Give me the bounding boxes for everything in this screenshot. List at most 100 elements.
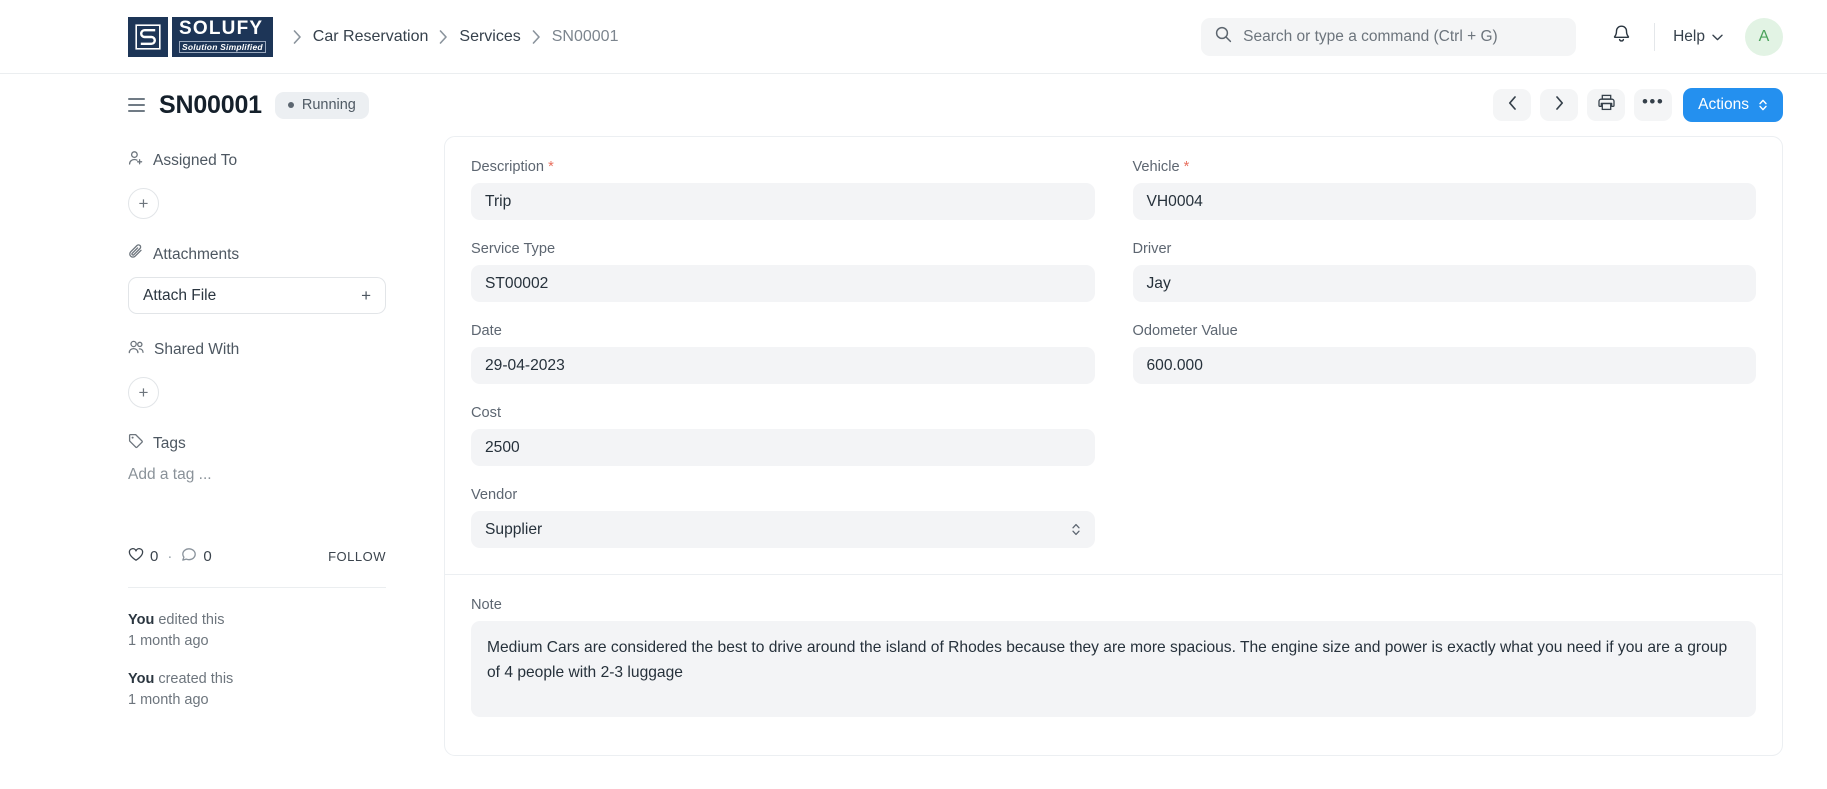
- sidebar-section-assigned-to: Assigned To +: [128, 150, 386, 219]
- field-odometer-value: Odometer Value 600.000: [1132, 323, 1756, 384]
- add-tag-input[interactable]: Add a tag ...: [128, 466, 386, 484]
- chevron-down-icon: [1712, 28, 1723, 46]
- search-placeholder: Search or type a command (Ctrl + G): [1243, 27, 1498, 45]
- field-vendor: Vendor Supplier: [471, 487, 1095, 548]
- add-shared-user-button[interactable]: +: [128, 377, 159, 408]
- tag-icon: [128, 433, 144, 454]
- user-plus-icon: [128, 150, 144, 171]
- avatar[interactable]: A: [1745, 17, 1783, 56]
- vehicle-input[interactable]: VH0004: [1132, 183, 1756, 220]
- activity-entry: You created this 1 month ago: [128, 669, 386, 710]
- note-section: Note Medium Cars are considered the best…: [471, 575, 1756, 717]
- note-textarea[interactable]: Medium Cars are considered the best to d…: [471, 621, 1756, 717]
- vendor-value: Supplier: [485, 520, 543, 538]
- service-type-input[interactable]: ST00002: [471, 265, 1095, 302]
- previous-record-button[interactable]: [1493, 89, 1532, 121]
- logo-tagline: Solution Simplified: [179, 40, 266, 54]
- solufy-logo-icon: [128, 16, 168, 57]
- required-marker: *: [548, 159, 554, 175]
- logo-wordmark: SOLUFY Solution Simplified: [172, 16, 273, 57]
- cost-input[interactable]: 2500: [471, 429, 1095, 466]
- comment-button[interactable]: 0: [181, 547, 212, 566]
- field-driver: Driver Jay: [1132, 241, 1756, 302]
- page-title-row: SN00001 Running ••• Actions: [0, 74, 1827, 136]
- sidebar-section-tags: Tags Add a tag ...: [128, 433, 386, 484]
- next-record-button[interactable]: [1540, 89, 1579, 121]
- activity-time: 1 month ago: [128, 691, 209, 708]
- field-date: Date 29-04-2023: [471, 323, 1095, 384]
- attachments-header: Attachments: [128, 244, 386, 265]
- activity-time: 1 month ago: [128, 632, 209, 649]
- page-actions-group: ••• Actions: [1493, 88, 1783, 122]
- assigned-to-label: Assigned To: [153, 151, 238, 169]
- breadcrumb-item-services[interactable]: Services: [459, 28, 520, 46]
- actions-button[interactable]: Actions: [1683, 88, 1783, 122]
- activity-entry: You edited this 1 month ago: [128, 610, 386, 651]
- field-label: Odometer Value: [1132, 323, 1238, 339]
- like-button[interactable]: 0: [128, 547, 158, 566]
- follow-button[interactable]: FOLLOW: [328, 549, 386, 564]
- field-vehicle: Vehicle * VH0004: [1132, 159, 1756, 220]
- vendor-select[interactable]: Supplier: [471, 511, 1095, 548]
- assigned-to-header: Assigned To: [128, 150, 386, 171]
- sidebar-toggle-icon[interactable]: [128, 98, 145, 112]
- help-menu-button[interactable]: Help: [1669, 22, 1727, 52]
- activity-log: You edited this 1 month ago You created …: [128, 610, 386, 710]
- add-assignee-button[interactable]: +: [128, 188, 159, 219]
- date-input[interactable]: 29-04-2023: [471, 347, 1095, 384]
- odometer-value-input[interactable]: 600.000: [1132, 347, 1756, 384]
- driver-input[interactable]: Jay: [1132, 265, 1756, 302]
- comment-icon: [181, 547, 197, 566]
- attach-file-button[interactable]: Attach File +: [128, 277, 386, 314]
- status-label: Running: [301, 97, 356, 113]
- print-button[interactable]: [1587, 89, 1626, 121]
- note-label: Note: [471, 597, 502, 613]
- form-card: Description * Trip Service Type ST00002 …: [444, 136, 1783, 756]
- brand-logo[interactable]: SOLUFY Solution Simplified: [128, 16, 273, 57]
- attachments-label: Attachments: [153, 245, 240, 263]
- form-grid: Description * Trip Service Type ST00002 …: [471, 159, 1756, 569]
- paperclip-icon: [128, 244, 144, 265]
- search-input[interactable]: Search or type a command (Ctrl + G): [1201, 17, 1577, 56]
- attach-file-label: Attach File: [143, 286, 217, 304]
- chevron-updown-icon: [1758, 98, 1768, 112]
- search-icon: [1215, 26, 1232, 48]
- hamburger-line: [128, 98, 145, 101]
- printer-icon: [1598, 94, 1615, 116]
- notifications-button[interactable]: [1602, 18, 1640, 56]
- hamburger-line: [128, 109, 145, 112]
- chevron-right-icon: [1555, 95, 1564, 115]
- sidebar-section-attachments: Attachments Attach File +: [128, 244, 386, 314]
- more-options-button[interactable]: •••: [1634, 89, 1673, 121]
- field-label: Vendor: [471, 487, 518, 503]
- ellipsis-icon: •••: [1641, 92, 1665, 111]
- page-title: SN00001: [159, 90, 262, 119]
- activity-actor: You: [128, 612, 155, 628]
- breadcrumb-item-car-reservation[interactable]: Car Reservation: [313, 28, 429, 46]
- status-dot-icon: [287, 102, 294, 108]
- actions-label: Actions: [1698, 96, 1749, 113]
- field-service-type: Service Type ST00002: [471, 241, 1095, 302]
- top-navbar: SOLUFY Solution Simplified Car Reservati…: [0, 0, 1827, 74]
- activity-action: edited this: [154, 612, 225, 628]
- chevron-left-icon: [1508, 95, 1517, 115]
- plus-icon: +: [361, 285, 371, 305]
- bell-icon: [1612, 24, 1631, 49]
- users-icon: [128, 339, 145, 360]
- field-label: Service Type: [471, 241, 556, 257]
- help-label: Help: [1673, 27, 1705, 45]
- form-column-left: Description * Trip Service Type ST00002 …: [471, 159, 1095, 569]
- form-column-right: Vehicle * VH0004 Driver Jay Odometer Val…: [1132, 159, 1756, 569]
- field-label: Vehicle *: [1132, 159, 1190, 175]
- field-cost: Cost 2500: [471, 405, 1095, 466]
- field-label: Description *: [471, 159, 554, 175]
- sidebar-section-shared-with: Shared With +: [128, 339, 386, 408]
- navbar-right-group: Help A: [1602, 17, 1783, 56]
- status-badge[interactable]: Running: [274, 91, 369, 119]
- field-label: Driver: [1132, 241, 1172, 257]
- description-input[interactable]: Trip: [471, 183, 1095, 220]
- chevron-right-icon: [439, 29, 448, 44]
- chevron-updown-icon: [1071, 522, 1081, 537]
- chevron-right-icon: [293, 29, 302, 44]
- page-body: Assigned To + Attachments Attach File +: [0, 136, 1827, 756]
